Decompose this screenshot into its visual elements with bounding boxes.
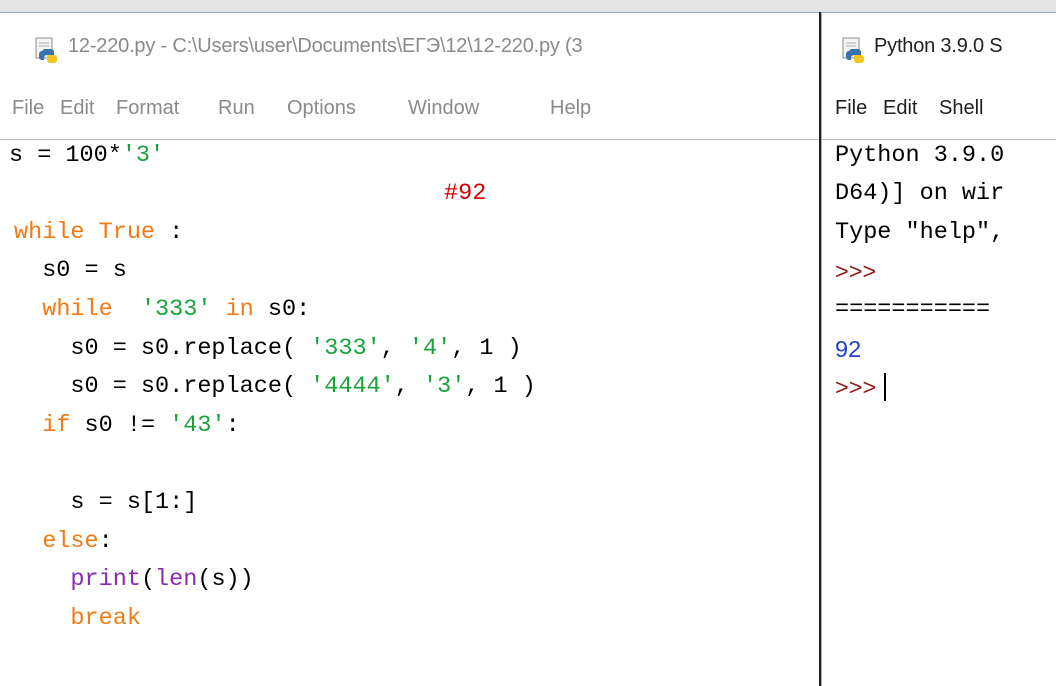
- code-line-4: s0 = s: [14, 257, 127, 284]
- shell-titlebar[interactable]: Python 3.9.0 S: [822, 13, 1056, 81]
- code-line-7: s0 = s0.replace( '4444', '3', 1 ): [14, 373, 536, 400]
- shell-output-area[interactable]: Python 3.9.0 D64)] on wir Type "help", >…: [822, 140, 1056, 686]
- shell-prompt-1: >>>: [835, 258, 877, 284]
- shell-menu-file[interactable]: File: [835, 97, 867, 120]
- idle-python-shell-icon: [842, 37, 864, 63]
- background-strip: [0, 0, 1056, 12]
- editor-titlebar[interactable]: 12-220.py - C:\Users\user\Documents\ЕГЭ\…: [0, 13, 819, 81]
- code-line-10: s = s[1:]: [14, 489, 198, 516]
- shell-output-value: 92: [835, 336, 862, 362]
- text-caret: [884, 372, 887, 401]
- shell-line-3: Type "help",: [835, 219, 1005, 246]
- code-line-1: s = 100*'3': [9, 142, 165, 169]
- idle-python-file-icon: [35, 37, 57, 63]
- shell-window-title: Python 3.9.0 S: [874, 35, 1003, 57]
- menu-options[interactable]: Options: [287, 97, 356, 120]
- shell-prompt-2[interactable]: >>>: [835, 371, 887, 403]
- code-line-12: print(len(s)): [70, 566, 254, 593]
- shell-restart-separator: ===========: [835, 296, 991, 323]
- shell-menu-shell[interactable]: Shell: [939, 97, 983, 120]
- code-line-13: break: [70, 605, 141, 632]
- shell-menu-edit[interactable]: Edit: [883, 97, 917, 120]
- code-line-3: while True :: [14, 219, 184, 246]
- menu-run[interactable]: Run: [218, 97, 255, 120]
- menu-window[interactable]: Window: [408, 97, 479, 120]
- code-line-5: while '333' in s0:: [42, 296, 311, 323]
- editor-menubar: File Edit Format Run Options Window Help: [0, 81, 819, 140]
- menu-file[interactable]: File: [12, 97, 44, 120]
- shell-line-1: Python 3.9.0: [835, 142, 1005, 169]
- editor-window-title: 12-220.py - C:\Users\user\Documents\ЕГЭ\…: [68, 35, 583, 57]
- shell-line-2: D64)] on wir: [835, 180, 1005, 207]
- menu-edit[interactable]: Edit: [60, 97, 94, 120]
- code-line-2-comment: #92: [444, 180, 487, 207]
- shell-window[interactable]: Python 3.9.0 S File Edit Shell Python 3.…: [821, 12, 1056, 686]
- code-editor-area[interactable]: s = 100*'3' #92 while True : s0 = s whil…: [0, 140, 819, 686]
- code-line-8: if s0 != '43':: [42, 412, 240, 439]
- shell-menubar: File Edit Shell: [822, 81, 1056, 140]
- editor-window[interactable]: 12-220.py - C:\Users\user\Documents\ЕГЭ\…: [0, 12, 819, 686]
- code-line-6: s0 = s0.replace( '333', '4', 1 ): [14, 335, 522, 362]
- menu-format[interactable]: Format: [116, 97, 179, 120]
- menu-help[interactable]: Help: [550, 97, 591, 120]
- code-line-11: else:: [42, 528, 113, 555]
